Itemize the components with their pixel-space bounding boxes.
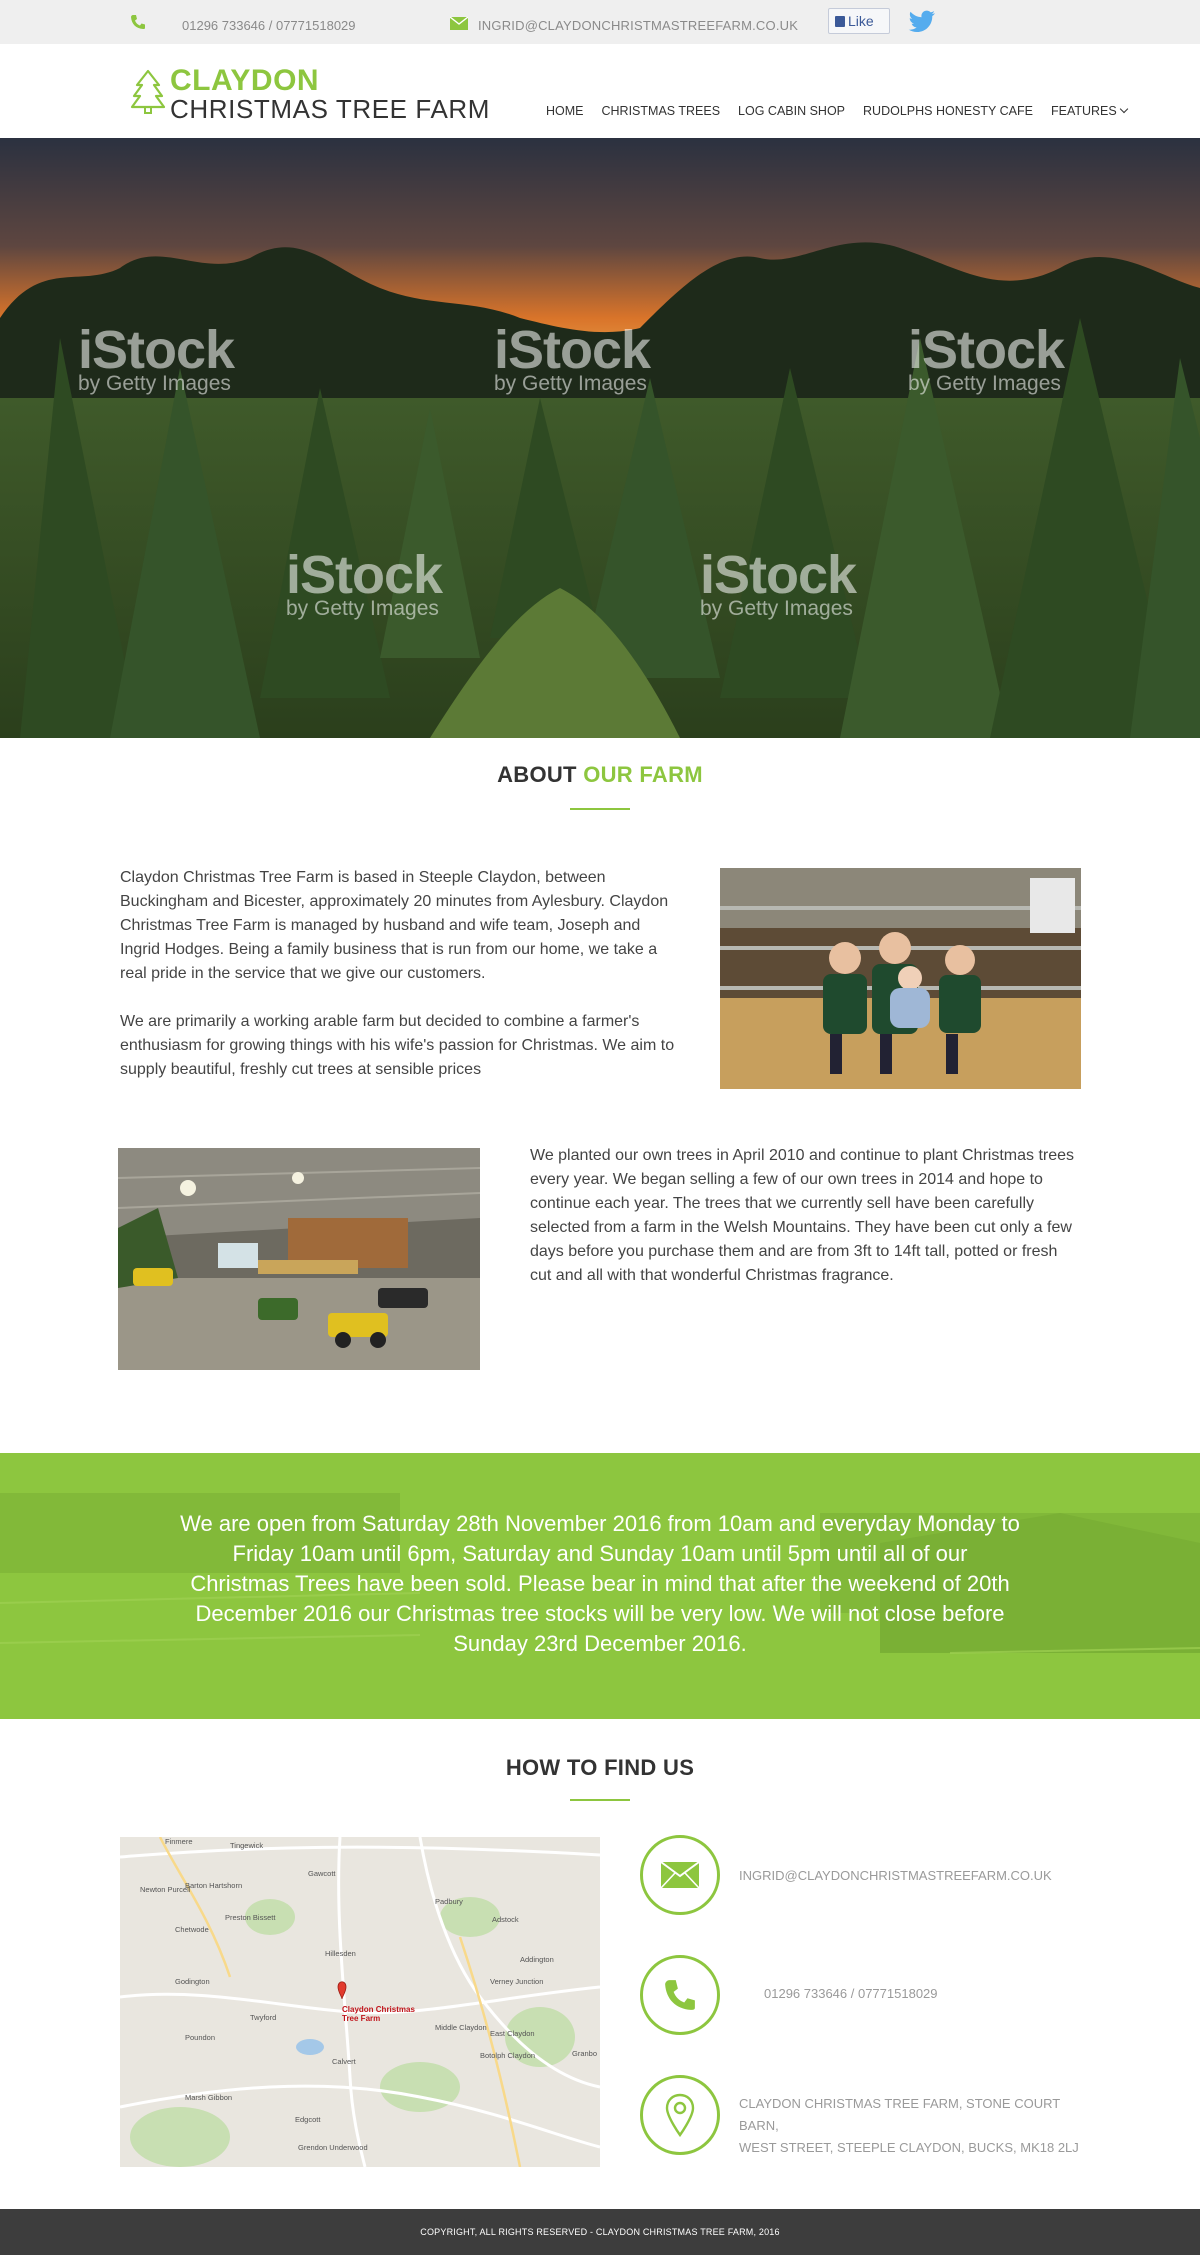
map-town-label: Addington <box>520 1955 554 1964</box>
map-town-label: Chetwode <box>175 1925 209 1934</box>
map-town-label: East Claydon <box>490 2029 535 2038</box>
contact-phone[interactable]: 01296 733646 / 07771518029 <box>764 1983 938 2005</box>
watermark: iStock by Getty Images <box>78 320 235 395</box>
barn-photo <box>118 1148 480 1370</box>
phone-contact-circle <box>640 1955 720 2035</box>
map-town-label: Granbo <box>572 2049 598 2058</box>
contact-address: CLAYDON CHRISTMAS TREE FARM, STONE COURT… <box>739 2093 1079 2159</box>
map-town-label: Edgcott <box>295 2115 321 2124</box>
twitter-icon[interactable] <box>908 10 936 34</box>
copyright-text: COPYRIGHT, ALL RIGHTS RESERVED - CLAYDON… <box>420 2227 780 2237</box>
map-town-label: Godington <box>175 1977 210 1986</box>
map-town-label: Gawcott <box>308 1869 336 1878</box>
watermark: iStock by Getty Images <box>908 320 1065 395</box>
phone-icon <box>665 1980 695 2010</box>
map-town-label: Barton Hartshorn <box>185 1881 243 1890</box>
map-town-label: Finmere <box>165 1837 193 1846</box>
hero-image: iStock by Getty Images iStock by Getty Ima… <box>0 138 1200 738</box>
like-label: Like <box>848 13 874 29</box>
address-line-1: CLAYDON CHRISTMAS TREE FARM, STONE COURT… <box>739 2096 1060 2133</box>
map-town-label: Padbury <box>435 1897 463 1906</box>
map-pin-icon <box>665 2093 695 2137</box>
logo-title[interactable]: CLAYDON <box>170 64 319 98</box>
opening-times-banner: We are open from Saturday 28th November … <box>0 1453 1200 1719</box>
nav-home[interactable]: HOME <box>546 104 584 118</box>
thumbs-up-icon <box>835 16 845 27</box>
watermark: iStock by Getty Images <box>700 545 857 620</box>
opening-times-text: We are open from Saturday 28th November … <box>180 1511 1020 1656</box>
watermark: iStock by Getty Images <box>494 320 651 395</box>
facebook-like-button[interactable]: Like <box>828 8 890 34</box>
watermark: iStock by Getty Images <box>286 545 443 620</box>
topbar-email-link[interactable]: INGRID@CLAYDONCHRISTMASTREEFARM.CO.UK <box>478 18 798 33</box>
address-line-2: WEST STREET, STEEPLE CLAYDON, BUCKS, MK1… <box>739 2140 1079 2155</box>
about-paragraph-2: We are primarily a working arable farm b… <box>120 1013 675 1078</box>
map-town-label: Marsh Gibbon <box>185 2093 233 2102</box>
site-header: CLAYDON CHRISTMAS TREE FARM HOME CHRISTM… <box>0 44 1200 138</box>
tree-logo-icon[interactable] <box>130 69 166 115</box>
find-us-section: HOW TO FIND US Claydon Christmas Tree Fa… <box>0 1719 1200 2209</box>
email-contact-circle <box>640 1835 720 1915</box>
children-photo <box>720 868 1081 1089</box>
find-us-title: HOW TO FIND US <box>505 1755 695 1780</box>
map-town-label: Hillesden <box>325 1949 356 1958</box>
about-paragraph-1: Claydon Christmas Tree Farm is based in … <box>120 869 669 982</box>
map-town-label: Verney Junction <box>490 1977 544 1986</box>
contact-email[interactable]: INGRID@CLAYDONCHRISTMASTREEFARM.CO.UK <box>739 1865 1052 1887</box>
site-footer: COPYRIGHT, ALL RIGHTS RESERVED - CLAYDON… <box>0 2209 1200 2255</box>
map-town-label: Twyford <box>250 2013 277 2022</box>
title-divider <box>570 1799 630 1801</box>
logo-subtitle[interactable]: CHRISTMAS TREE FARM <box>170 94 490 125</box>
mail-icon <box>450 17 468 30</box>
map-town-label: Botolph Claydon <box>480 2051 536 2060</box>
main-nav: HOME CHRISTMAS TREES LOG CABIN SHOP RUDO… <box>546 104 1145 118</box>
topbar-phone[interactable]: 01296 733646 / 07771518029 <box>182 18 356 33</box>
nav-log-cabin-shop[interactable]: LOG CABIN SHOP <box>738 104 845 118</box>
map-town-label: Poundon <box>185 2033 216 2042</box>
map-town-label: Grendon Underwood <box>298 2143 368 2152</box>
about-section: ABOUT OUR FARM Claydon Christmas Tree Fa… <box>0 738 1200 1453</box>
map-town-label: Preston Bissett <box>225 1913 276 1922</box>
nav-christmas-trees[interactable]: CHRISTMAS TREES <box>602 104 721 118</box>
title-divider <box>570 808 630 810</box>
nav-features[interactable]: FEATURES <box>1050 104 1128 118</box>
location-map[interactable]: Claydon Christmas Tree Farm Finmere Tinge… <box>120 1837 600 2167</box>
about-title: ABOUT OUR FARM <box>497 762 703 787</box>
map-town-label: Calvert <box>332 2057 356 2066</box>
mail-icon <box>660 1861 700 1889</box>
map-town-label: Adstock <box>492 1915 519 1924</box>
phone-icon <box>131 15 145 29</box>
nav-features-label: FEATURES <box>1050 104 1117 118</box>
map-town-label: Tingewick <box>230 1841 264 1850</box>
address-contact-circle <box>640 2075 720 2155</box>
about-paragraph-3: We planted our own trees in April 2010 a… <box>530 1147 1075 1284</box>
map-pin-label: Claydon Christmas Tree Farm <box>342 2005 415 2023</box>
map-town-label: Newton Purcell <box>140 1885 191 1894</box>
chevron-down-icon <box>1119 104 1128 114</box>
map-town-label: Middle Claydon <box>435 2023 487 2032</box>
top-bar: 01296 733646 / 07771518029 INGRID@CLAYDO… <box>0 0 1200 44</box>
nav-rudolphs-honesty-cafe[interactable]: RUDOLPHS HONESTY CAFE <box>863 104 1033 118</box>
hero-forest-illustration <box>0 138 1200 738</box>
